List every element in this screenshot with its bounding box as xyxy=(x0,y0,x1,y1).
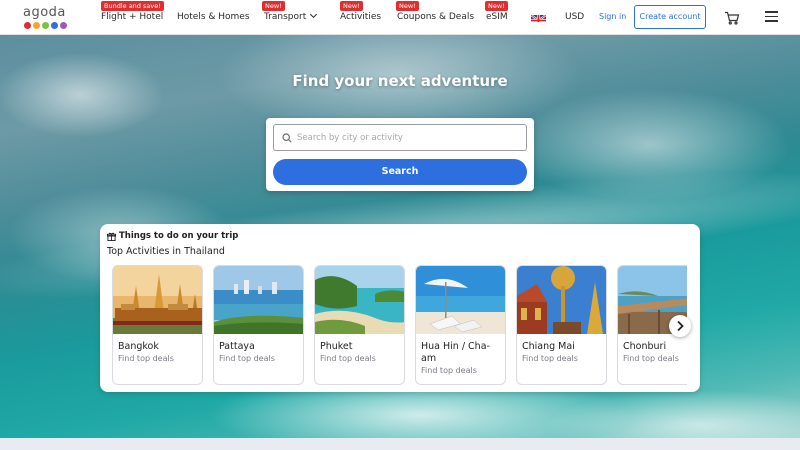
top-header: agoda Bundle and save! Flight + Hotel Ho… xyxy=(0,0,800,35)
carousel-next-button[interactable] xyxy=(669,315,691,337)
uk-flag-icon[interactable] xyxy=(531,11,546,22)
agoda-logo[interactable]: agoda xyxy=(23,5,71,31)
card-city-name: Hua Hin / Cha-am xyxy=(421,341,490,364)
nav-flight-hotel[interactable]: Flight + Hotel xyxy=(101,12,163,22)
chevron-down-icon xyxy=(310,10,318,19)
bangkok-image xyxy=(113,266,202,334)
activity-card-bangkok[interactable]: Bangkok Find top deals xyxy=(112,265,203,385)
currency-selector[interactable]: USD xyxy=(565,12,584,22)
card-deals-text: Find top deals xyxy=(522,354,578,363)
page-bottom-strip xyxy=(0,438,800,450)
card-city-name: Phuket xyxy=(320,341,353,352)
card-deals-text: Find top deals xyxy=(320,354,376,363)
hero-title: Find your next adventure xyxy=(292,72,508,90)
gift-icon xyxy=(107,232,116,241)
card-deals-text: Find top deals xyxy=(623,354,679,363)
search-button[interactable]: Search xyxy=(273,159,527,185)
chevron-right-icon xyxy=(677,320,684,332)
pattaya-image xyxy=(214,266,303,334)
nav-badge-esim: New! xyxy=(485,1,508,11)
sign-in-link[interactable]: Sign in xyxy=(599,12,626,21)
activity-card-pattaya[interactable]: Pattaya Find top deals xyxy=(213,265,304,385)
hamburger-menu-icon[interactable] xyxy=(765,11,778,22)
create-account-button[interactable]: Create account xyxy=(634,5,706,29)
cart-icon[interactable] xyxy=(724,10,740,25)
card-city-name: Chonburi xyxy=(623,341,667,352)
phuket-image xyxy=(315,266,404,334)
chiang-mai-image xyxy=(517,266,606,334)
nav-hotels-homes[interactable]: Hotels & Homes xyxy=(177,12,250,22)
search-panel: Search xyxy=(266,118,534,191)
nav-badge-coupons: New! xyxy=(396,1,419,11)
nav-badge-activities: New! xyxy=(340,1,363,11)
hua-hin-image xyxy=(416,266,505,334)
card-city-name: Pattaya xyxy=(219,341,255,352)
nav-coupons-deals[interactable]: Coupons & Deals xyxy=(397,12,474,22)
card-city-name: Bangkok xyxy=(118,341,159,352)
activity-card-phuket[interactable]: Phuket Find top deals xyxy=(314,265,405,385)
nav-transport[interactable]: Transport xyxy=(264,10,318,22)
activities-panel: Things to do on your trip Top Activities… xyxy=(100,224,700,392)
card-deals-text: Find top deals xyxy=(219,354,275,363)
nav-badge-transport: New! xyxy=(262,1,285,11)
activities-heading: Things to do on your trip xyxy=(107,231,238,241)
search-icon xyxy=(282,133,292,143)
card-deals-text: Find top deals xyxy=(118,354,174,363)
card-city-name: Chiang Mai xyxy=(522,341,575,352)
logo-dots xyxy=(24,22,67,29)
search-input[interactable] xyxy=(273,124,527,151)
activity-cards-carousel: Bangkok Find top deals Pattaya Find top … xyxy=(112,265,687,387)
activity-card-hua-hin[interactable]: Hua Hin / Cha-am Find top deals xyxy=(415,265,506,385)
activity-card-chiang-mai[interactable]: Chiang Mai Find top deals xyxy=(516,265,607,385)
nav-esim[interactable]: eSIM xyxy=(486,12,508,22)
nav-activities[interactable]: Activities xyxy=(340,12,381,22)
logo-text: agoda xyxy=(23,5,66,20)
activities-subheading: Top Activities in Thailand xyxy=(107,246,225,257)
nav-transport-label: Transport xyxy=(264,12,307,22)
nav-badge-flight-hotel: Bundle and save! xyxy=(101,1,164,11)
activities-heading-text: Things to do on your trip xyxy=(119,231,239,241)
card-deals-text: Find top deals xyxy=(421,366,477,375)
